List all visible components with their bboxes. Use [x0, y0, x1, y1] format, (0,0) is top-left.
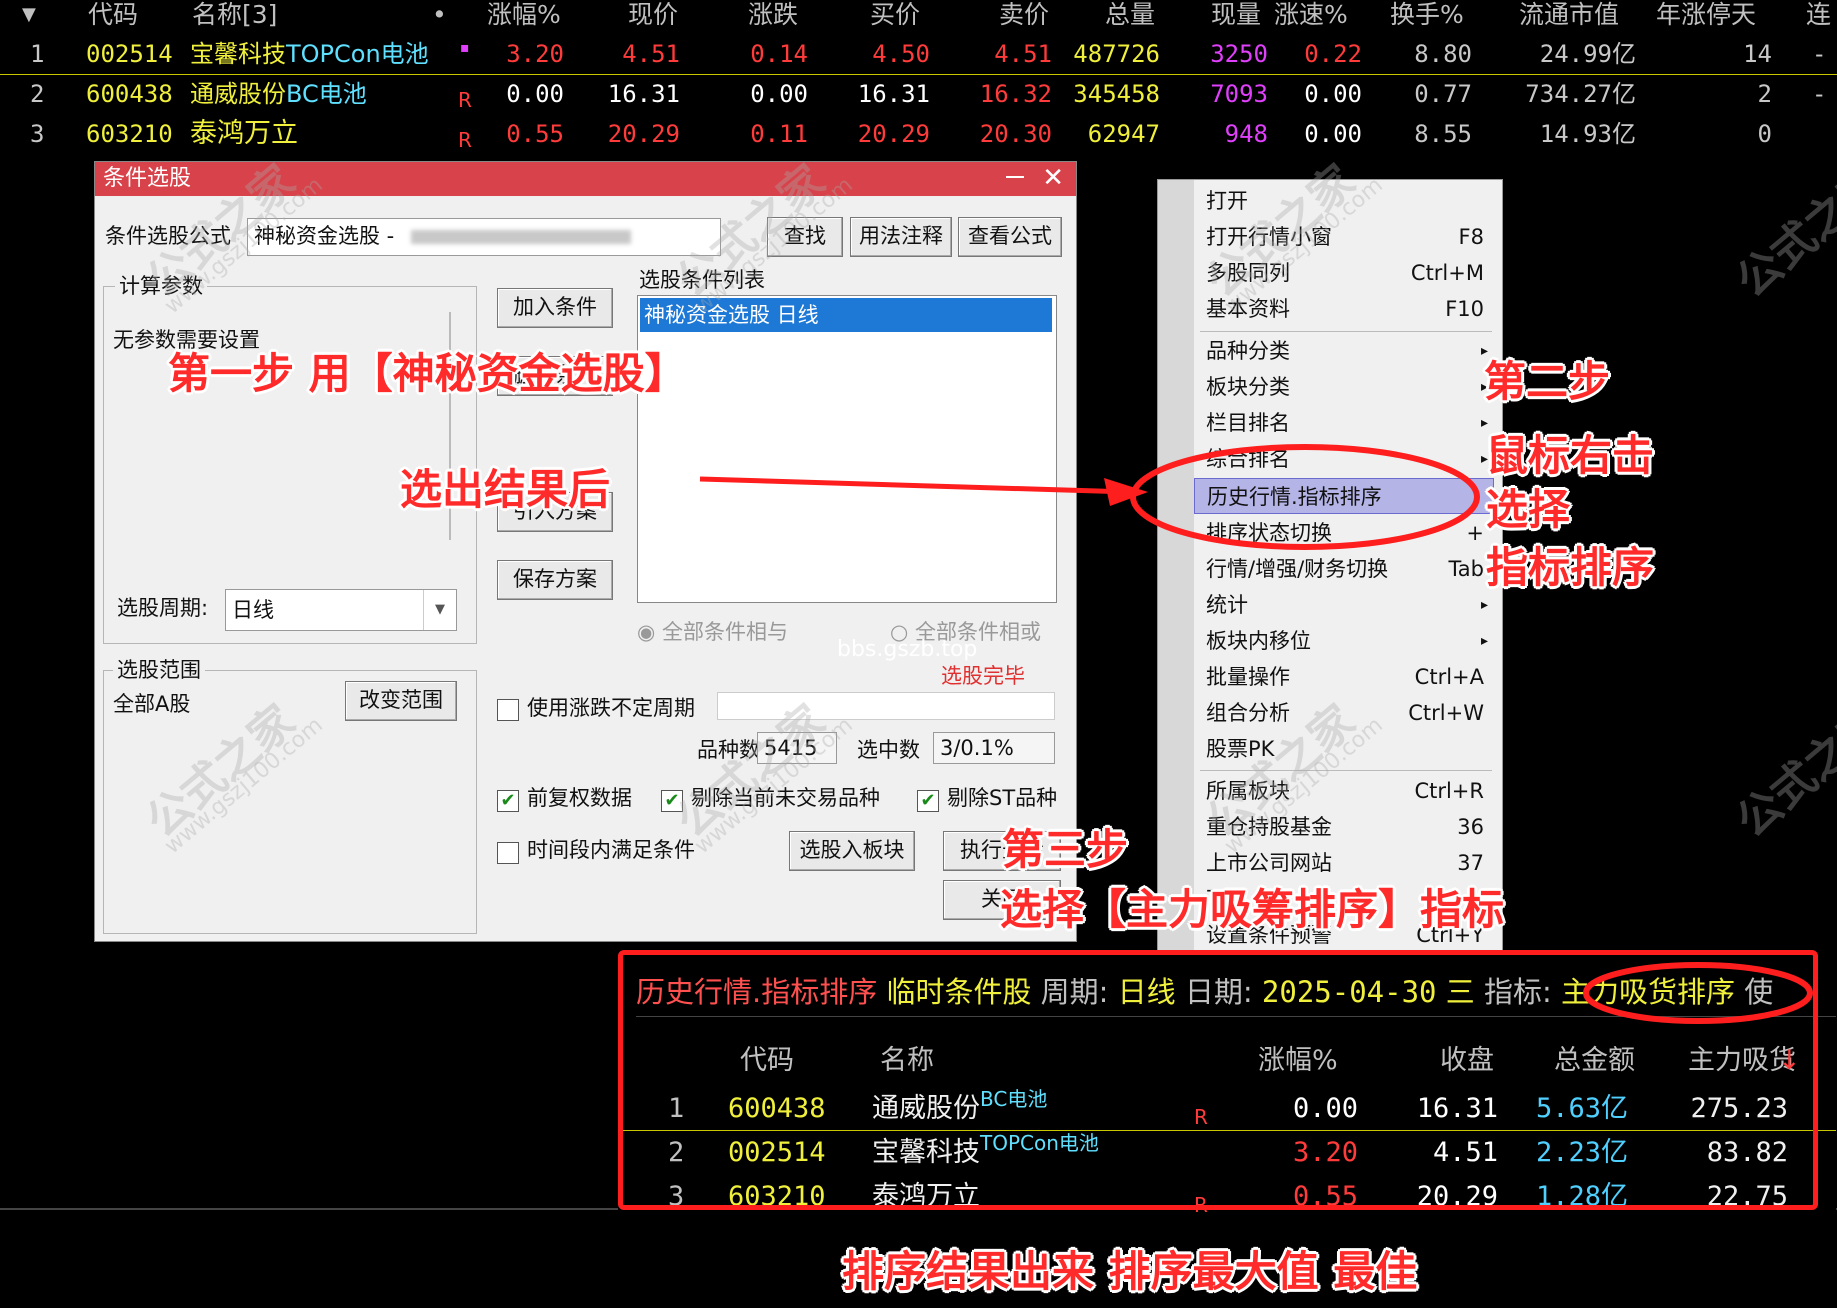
indicator-highlight-ellipse: [1583, 962, 1813, 1024]
annotation-result-note: 排序结果出来 排序最大值 最佳: [842, 1247, 1418, 1296]
annotation-choose-indicator: 选择【主力吸筹排序】指标: [1000, 885, 1505, 934]
annotation-choose: 选择: [1486, 485, 1571, 534]
annotation-step3: 第三步: [1002, 825, 1129, 874]
annotation-after-select: 选出结果后: [400, 465, 611, 514]
annotation-step1: 第一步 用【神秘资金选股】: [168, 349, 687, 398]
annotation-right-click: 鼠标右击: [1486, 431, 1655, 480]
annotation-indicator-sort: 指标排序: [1486, 543, 1655, 592]
menu-highlight-ellipse: [1130, 444, 1480, 550]
annotation-step2: 第二步: [1484, 357, 1611, 406]
pointer-arrow-line: [699, 476, 1131, 495]
